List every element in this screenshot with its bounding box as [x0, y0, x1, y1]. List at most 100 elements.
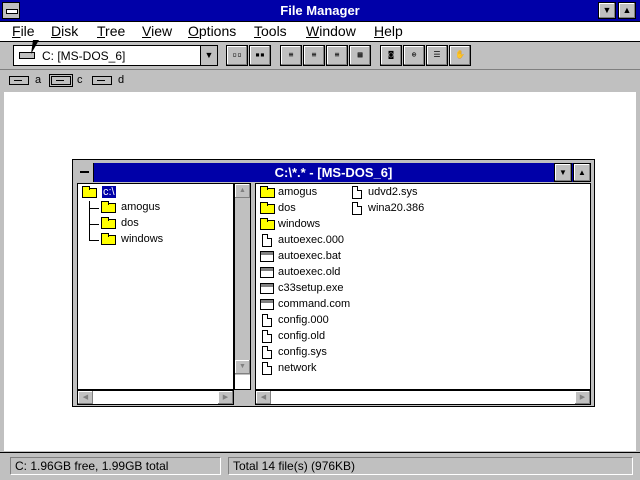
file-icon [262, 234, 272, 247]
menu-file[interactable]: File [12, 23, 35, 39]
folder-icon [260, 202, 275, 214]
file-item[interactable]: autoexec.000 [260, 233, 345, 249]
file-name: config.sys [278, 346, 327, 358]
file-name: c33setup.exe [278, 282, 344, 294]
tree-item-dos[interactable]: dos [101, 216, 211, 232]
file-name: amogus [278, 186, 318, 198]
file-name: autoexec.bat [278, 250, 341, 262]
file-name: autoexec.000 [278, 234, 345, 246]
sort-by-type-button[interactable]: ≡ [303, 45, 325, 66]
file-item[interactable]: config.000 [260, 313, 345, 329]
scroll-right-icon[interactable]: ▶ [575, 391, 590, 404]
sort-by-name-button[interactable]: ≡ [280, 45, 302, 66]
child-maximize-button[interactable]: ▲ [573, 163, 591, 182]
scroll-right-icon[interactable]: ▶ [218, 391, 233, 404]
menu-options[interactable]: Options [188, 23, 236, 39]
program-file-icon [260, 283, 274, 294]
maximize-button[interactable]: ▲ [618, 2, 636, 19]
menu-disk[interactable]: Disk [51, 23, 78, 39]
file-item[interactable]: windows [260, 217, 345, 233]
scroll-up-icon[interactable]: ▲ [235, 184, 250, 198]
file-name: wina20.386 [368, 202, 425, 214]
tree-item-label: windows [121, 233, 164, 245]
toolbar: C: [MS-DOS_6] ▼ ▫▫ ▪▪ ≡ ≡ ≡ ▦ ◙ ⊕ ☰ ✋ [0, 42, 640, 70]
file-name: udvd2.sys [368, 186, 418, 198]
window-title: File Manager [280, 3, 360, 18]
minimize-button[interactable]: ▼ [598, 2, 616, 19]
child-minimize-button[interactable]: ▼ [554, 163, 572, 182]
directory-tree-pane[interactable]: c:\ amogus dos windows [77, 183, 234, 390]
file-item[interactable]: command.com [260, 297, 350, 313]
properties-icon[interactable]: ☰ [426, 45, 448, 66]
menu-bar: File Disk Tree View Options Tools Window… [0, 22, 640, 42]
floppy-drive-icon [9, 76, 29, 85]
scroll-corner [235, 375, 250, 389]
file-name: config.old [278, 330, 326, 342]
file-icon [352, 202, 362, 215]
file-item[interactable]: udvd2.sys [350, 185, 435, 201]
file-icon [352, 186, 362, 199]
file-item[interactable]: autoexec.bat [260, 249, 345, 265]
scroll-down-icon[interactable]: ▼ [235, 360, 250, 374]
cdrom-drive-icon [92, 76, 112, 85]
status-bar: C: 1.96GB free, 1.99GB total Total 14 fi… [0, 452, 640, 480]
file-icon [262, 330, 272, 343]
file-count-status: Total 14 file(s) (976KB) [228, 457, 633, 475]
dropdown-arrow-icon[interactable]: ▼ [200, 46, 217, 65]
tree-item-amogus[interactable]: amogus [101, 200, 211, 216]
file-icon [262, 346, 272, 359]
file-item[interactable]: c33setup.exe [260, 281, 345, 297]
scroll-left-icon[interactable]: ◀ [78, 391, 93, 404]
directory-window-title-bar: C:\*.* - [MS-DOS_6] ▼ ▲ [76, 163, 591, 182]
directory-window[interactable]: C:\*.* - [MS-DOS_6] ▼ ▲ c:\ amogus dos w… [72, 159, 595, 407]
file-horizontal-scrollbar[interactable]: ◀ ▶ [255, 390, 591, 405]
tree-line [89, 201, 90, 241]
file-list-pane[interactable]: amogus dos windows autoexec.000 autoexec… [255, 183, 591, 390]
sort-by-size-button[interactable]: ≡ [326, 45, 348, 66]
stop-sharing-icon[interactable]: ✋ [449, 45, 471, 66]
file-name: autoexec.old [278, 266, 341, 278]
hard-disk-icon [49, 74, 73, 87]
drive-selector[interactable]: C: [MS-DOS_6] ▼ [13, 45, 218, 66]
share-icon[interactable]: ⊕ [403, 45, 425, 66]
folder-icon [260, 186, 275, 198]
tree-vertical-scrollbar[interactable]: ▲ ▼ [234, 183, 251, 390]
scroll-left-icon[interactable]: ◀ [256, 391, 271, 404]
program-file-icon [260, 267, 274, 278]
open-folder-icon [82, 186, 97, 198]
drive-a[interactable]: a [9, 73, 41, 89]
folder-icon [101, 217, 116, 229]
connect-drive-icon[interactable]: ◙ [380, 45, 402, 66]
menu-tree[interactable]: Tree [97, 23, 125, 39]
file-item[interactable]: network [260, 361, 345, 377]
large-icons-button[interactable]: ▫▫ [226, 45, 248, 66]
tree-horizontal-scrollbar[interactable]: ◀ ▶ [77, 390, 234, 405]
menu-window[interactable]: Window [306, 23, 356, 39]
menu-tools[interactable]: Tools [254, 23, 287, 39]
menu-help[interactable]: Help [374, 23, 403, 39]
disk-space-status: C: 1.96GB free, 1.99GB total [10, 457, 221, 475]
file-item[interactable]: config.old [260, 329, 345, 345]
drive-letter: d [118, 74, 125, 86]
file-icon [262, 362, 272, 375]
file-item[interactable]: wina20.386 [350, 201, 435, 217]
file-item[interactable]: config.sys [260, 345, 345, 361]
sort-by-date-button[interactable]: ▦ [349, 45, 371, 66]
drive-selector-value: C: [MS-DOS_6] [42, 49, 126, 63]
drive-bar: a c d [0, 71, 640, 91]
file-item[interactable]: autoexec.old [260, 265, 345, 281]
title-bar: File Manager ▼ ▲ [0, 0, 640, 22]
folder-icon [101, 233, 116, 245]
tree-root-label: c:\ [102, 186, 116, 198]
file-item[interactable]: dos [260, 201, 345, 217]
file-item[interactable]: amogus [260, 185, 345, 201]
tree-root[interactable]: c:\ [82, 185, 152, 201]
drive-d[interactable]: d [92, 73, 124, 89]
file-name: network [278, 362, 317, 374]
tree-line [89, 240, 99, 241]
drive-c[interactable]: c [49, 73, 83, 89]
menu-view[interactable]: View [142, 23, 172, 39]
small-icons-button[interactable]: ▪▪ [249, 45, 271, 66]
tree-item-windows[interactable]: windows [101, 232, 211, 248]
file-name: windows [278, 218, 321, 230]
